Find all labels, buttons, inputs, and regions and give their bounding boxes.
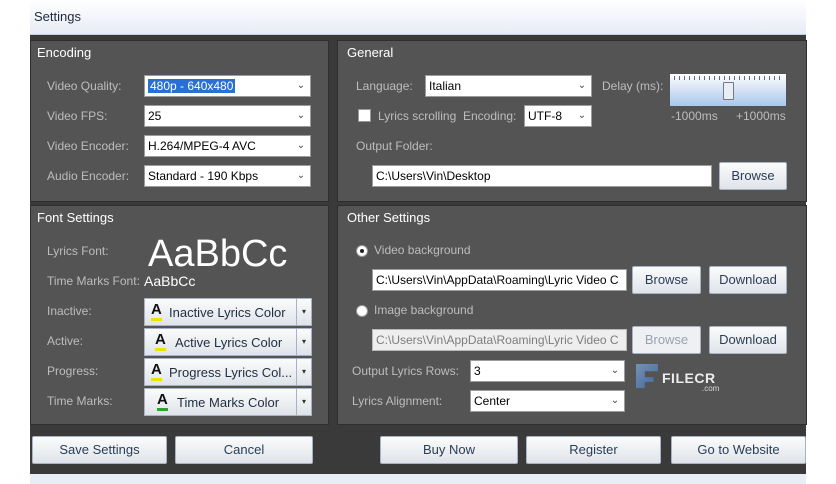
chevron-down-icon: ⌄ bbox=[296, 140, 306, 151]
video-quality-select[interactable]: 480p - 640x480 ⌄ bbox=[144, 75, 311, 97]
video-fps-label: Video FPS: bbox=[47, 109, 108, 123]
inactive-color-label: Inactive Lyrics Color bbox=[169, 305, 286, 320]
output-folder-input[interactable]: C:\Users\Vin\Desktop bbox=[372, 165, 712, 187]
encoding-title: Encoding bbox=[37, 45, 92, 60]
video-fps-value: 25 bbox=[148, 109, 162, 123]
delay-min-label: -1000ms bbox=[671, 109, 718, 123]
buy-now-button[interactable]: Buy Now bbox=[380, 436, 518, 464]
title-bar: Settings bbox=[30, 0, 806, 35]
language-label: Language: bbox=[356, 79, 413, 93]
small-triangle-down-icon[interactable]: ▾ bbox=[296, 389, 311, 415]
video-encoder-value: H.264/MPEG-4 AVC bbox=[148, 139, 256, 153]
video-encoder-select[interactable]: H.264/MPEG-4 AVC ⌄ bbox=[144, 135, 311, 157]
encoding-select[interactable]: UTF-8 ⌄ bbox=[524, 105, 592, 127]
active-color-label: Active Lyrics Color bbox=[175, 335, 283, 350]
register-button[interactable]: Register bbox=[526, 436, 661, 464]
other-settings-title: Other Settings bbox=[347, 210, 431, 225]
image-browse-button[interactable]: Browse bbox=[632, 326, 701, 354]
image-background-label: Image background bbox=[374, 303, 474, 317]
font-color-icon: A bbox=[151, 362, 162, 381]
font-color-icon: A bbox=[151, 302, 162, 321]
alignment-value: Center bbox=[474, 394, 511, 408]
audio-encoder-value: Standard - 190 Kbps bbox=[148, 169, 259, 183]
output-rows-value: 3 bbox=[474, 364, 481, 378]
audio-encoder-select[interactable]: Standard - 190 Kbps ⌄ bbox=[144, 165, 311, 187]
time-marks-font-sample[interactable]: AaBbCc bbox=[144, 273, 195, 289]
video-background-radio[interactable] bbox=[356, 245, 368, 257]
chevron-down-icon: ⌄ bbox=[296, 80, 306, 91]
lyrics-font-sample[interactable]: AaBbCc bbox=[148, 234, 287, 274]
language-value: Italian bbox=[429, 79, 462, 93]
cancel-button[interactable]: Cancel bbox=[175, 436, 313, 464]
font-color-icon: A bbox=[155, 332, 166, 351]
inactive-label: Inactive: bbox=[47, 304, 92, 318]
progress-label: Progress: bbox=[47, 364, 99, 378]
alignment-label: Lyrics Alignment: bbox=[352, 394, 443, 408]
save-settings-button[interactable]: Save Settings bbox=[32, 436, 167, 464]
lyrics-scrolling-label: Lyrics scrolling bbox=[378, 109, 457, 123]
image-background-path[interactable]: C:\Users\Vin\AppData\Roaming\Lyric Video… bbox=[372, 329, 627, 351]
image-background-radio[interactable] bbox=[356, 305, 368, 317]
chevron-down-icon: ⌄ bbox=[296, 170, 306, 181]
browse-output-button[interactable]: Browse bbox=[719, 162, 787, 190]
chevron-down-icon: ⌄ bbox=[577, 110, 587, 121]
active-color-button[interactable]: A Active Lyrics Color ▾ bbox=[144, 328, 312, 356]
lyrics-font-label: Lyrics Font: bbox=[47, 244, 109, 258]
small-triangle-down-icon[interactable]: ▾ bbox=[296, 329, 311, 355]
active-label: Active: bbox=[47, 334, 84, 348]
delay-max-label: +1000ms bbox=[736, 109, 786, 123]
encoding-panel: Encoding Video Quality: 480p - 640x480 ⌄… bbox=[30, 40, 329, 202]
watermark-sub: .com bbox=[702, 384, 720, 393]
status-strip bbox=[30, 474, 806, 484]
inactive-color-button[interactable]: A Inactive Lyrics Color ▾ bbox=[144, 298, 312, 326]
video-browse-button[interactable]: Browse bbox=[632, 266, 701, 294]
video-encoder-label: Video Encoder: bbox=[47, 139, 129, 153]
go-to-website-button[interactable]: Go to Website bbox=[671, 436, 806, 464]
filecr-logo-icon bbox=[636, 364, 658, 388]
video-fps-select[interactable]: 25 ⌄ bbox=[144, 105, 311, 127]
language-select[interactable]: Italian ⌄ bbox=[425, 75, 592, 97]
time-marks-font-label: Time Marks Font: bbox=[47, 274, 140, 288]
general-title: General bbox=[347, 45, 394, 60]
lyrics-scrolling-checkbox[interactable] bbox=[358, 109, 371, 122]
filecr-watermark: FILECR .com bbox=[636, 362, 756, 396]
alignment-select[interactable]: Center ⌄ bbox=[470, 390, 625, 412]
chevron-down-icon: ⌄ bbox=[577, 80, 587, 91]
encoding-label: Encoding: bbox=[463, 109, 517, 123]
audio-encoder-label: Audio Encoder: bbox=[47, 169, 130, 183]
chevron-down-icon: ⌄ bbox=[610, 365, 620, 376]
video-quality-value: 480p - 640x480 bbox=[148, 79, 236, 93]
general-panel: General Language: Italian ⌄ Delay (ms): … bbox=[337, 40, 807, 202]
time-marks-color-button[interactable]: A Time Marks Color ▾ bbox=[144, 388, 312, 416]
slider-ticks bbox=[674, 76, 782, 80]
video-quality-label: Video Quality: bbox=[47, 79, 122, 93]
delay-label: Delay (ms): bbox=[602, 79, 664, 93]
output-folder-label: Output Folder: bbox=[356, 139, 433, 153]
settings-window: Settings Encoding Video Quality: 480p - … bbox=[30, 0, 807, 484]
font-settings-panel: Font Settings Lyrics Font: AaBbCc Time M… bbox=[30, 205, 329, 425]
chevron-down-icon: ⌄ bbox=[610, 395, 620, 406]
font-settings-title: Font Settings bbox=[37, 210, 114, 225]
encoding-value: UTF-8 bbox=[528, 109, 562, 123]
progress-color-button[interactable]: A Progress Lyrics Col... ▾ bbox=[144, 358, 312, 386]
chevron-down-icon: ⌄ bbox=[296, 110, 306, 121]
output-rows-select[interactable]: 3 ⌄ bbox=[470, 360, 625, 382]
slider-thumb[interactable] bbox=[722, 82, 734, 100]
time-marks-color-label: Time Marks Color bbox=[177, 395, 280, 410]
footer-bar: Save Settings Cancel Buy Now Register Go… bbox=[30, 428, 806, 474]
video-download-button[interactable]: Download bbox=[709, 266, 787, 294]
delay-slider[interactable] bbox=[670, 74, 786, 106]
time-marks-label: Time Marks: bbox=[47, 394, 113, 408]
output-rows-label: Output Lyrics Rows: bbox=[352, 364, 459, 378]
video-background-label: Video background bbox=[374, 243, 471, 257]
image-download-button[interactable]: Download bbox=[709, 326, 787, 354]
font-color-icon: A bbox=[157, 392, 168, 411]
video-background-path[interactable]: C:\Users\Vin\AppData\Roaming\Lyric Video… bbox=[372, 269, 627, 291]
small-triangle-down-icon[interactable]: ▾ bbox=[296, 359, 311, 385]
progress-color-label: Progress Lyrics Col... bbox=[169, 365, 293, 380]
small-triangle-down-icon[interactable]: ▾ bbox=[296, 299, 311, 325]
window-title: Settings bbox=[34, 9, 81, 24]
